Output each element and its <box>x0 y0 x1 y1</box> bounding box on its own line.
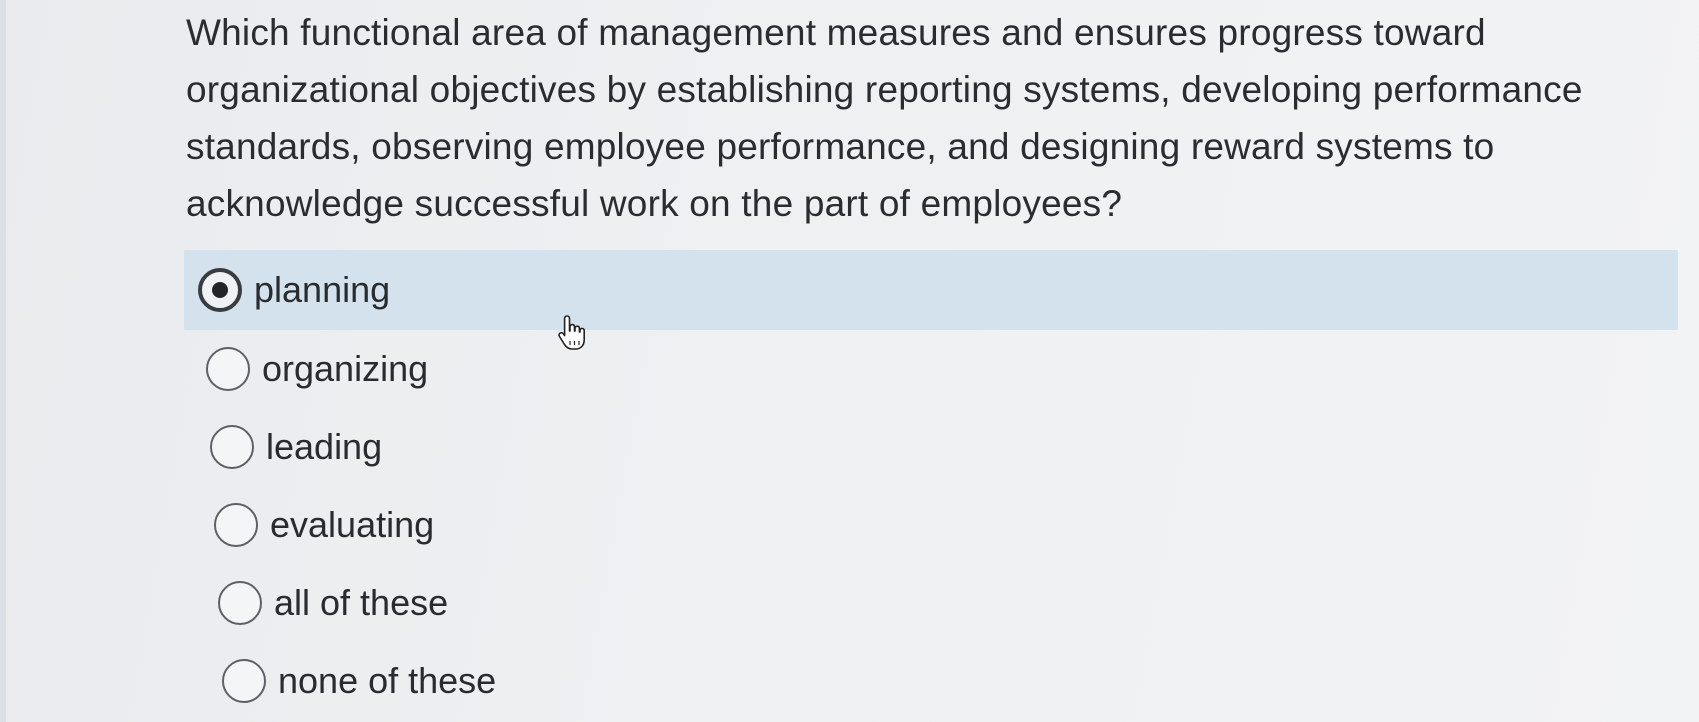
radio-button[interactable] <box>210 425 254 469</box>
option-evaluating[interactable]: evaluating <box>214 486 1664 564</box>
radio-button-selected[interactable] <box>198 268 242 312</box>
radio-button[interactable] <box>222 659 266 703</box>
hand-pointer-icon <box>558 315 585 350</box>
radio-button[interactable] <box>206 347 250 391</box>
question-line: organizational objectives by establishin… <box>186 69 1583 110</box>
option-all-of-these[interactable]: all of these <box>218 564 1664 642</box>
question-line: Which functional area of management meas… <box>186 12 1486 53</box>
option-label: none of these <box>278 660 497 701</box>
option-organizing[interactable]: organizing <box>206 330 1664 408</box>
option-label: all of these <box>274 582 449 623</box>
option-planning[interactable]: planning <box>184 250 1678 330</box>
option-label: planning <box>254 269 391 310</box>
answer-options: planning organizing leading evaluating a… <box>184 250 1678 720</box>
question-line: acknowledge successful work on the part … <box>186 183 1123 224</box>
radio-button[interactable] <box>218 581 262 625</box>
option-label: organizing <box>262 348 429 389</box>
option-none-of-these[interactable]: none of these <box>222 642 1664 720</box>
option-label: evaluating <box>270 504 435 545</box>
question-text: Which functional area of management meas… <box>186 4 1676 232</box>
option-label: leading <box>266 426 383 467</box>
radio-button[interactable] <box>214 503 258 547</box>
question-line: standards, observing employee performanc… <box>186 126 1495 167</box>
page-edge <box>0 0 6 722</box>
option-leading[interactable]: leading <box>210 408 1664 486</box>
radio-dot-icon <box>212 282 228 298</box>
